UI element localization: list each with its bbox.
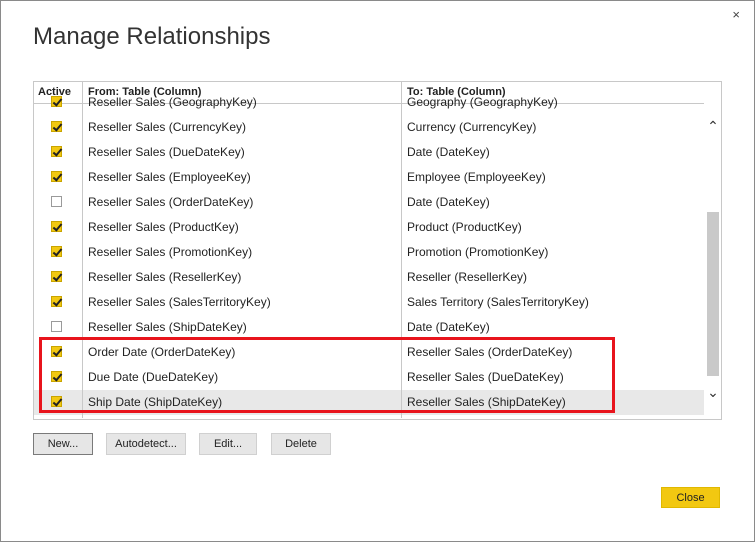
table-row[interactable]: Reseller Sales (ProductKey) Product (Prod… xyxy=(34,215,704,240)
to-cell: Date (DateKey) xyxy=(407,320,490,334)
checkbox-icon[interactable] xyxy=(51,96,62,107)
delete-button[interactable]: Delete xyxy=(271,433,331,455)
table-row[interactable]: Reseller Sales (SalesTerritoryKey) Sales … xyxy=(34,290,704,315)
close-icon[interactable]: × xyxy=(732,7,740,22)
table-row[interactable]: Reseller Sales (OrderDateKey) Date (DateK… xyxy=(34,190,704,215)
from-cell: Reseller Sales (EmployeeKey) xyxy=(88,170,251,184)
manage-relationships-dialog: × Manage Relationships Active From: Tabl… xyxy=(0,0,755,542)
checkbox-icon[interactable] xyxy=(51,321,62,332)
to-cell: Date (DateKey) xyxy=(407,145,490,159)
table-row[interactable]: Reseller Sales (DueDateKey) Date (DateKey… xyxy=(34,140,704,165)
new-button[interactable]: New... xyxy=(33,433,93,455)
relationships-grid: Active From: Table (Column) To: Table (C… xyxy=(33,81,722,420)
from-cell: Reseller Sales (OrderDateKey) xyxy=(88,195,254,209)
to-cell: Currency (CurrencyKey) xyxy=(407,120,537,134)
from-cell: Reseller Sales (GeographyKey) xyxy=(88,95,257,109)
table-row[interactable]: Reseller Sales (CurrencyKey) Currency (Cu… xyxy=(34,115,704,140)
checkbox-icon[interactable] xyxy=(51,271,62,282)
checkbox-icon[interactable] xyxy=(51,296,62,307)
to-cell: Sales Territory (SalesTerritoryKey) xyxy=(407,295,589,309)
column-divider xyxy=(401,82,402,418)
from-cell: Reseller Sales (ProductKey) xyxy=(88,220,239,234)
dialog-title: Manage Relationships xyxy=(33,23,271,50)
from-cell: Reseller Sales (PromotionKey) xyxy=(88,245,253,259)
checkbox-icon[interactable] xyxy=(51,121,62,132)
table-row[interactable]: Ship Date (ShipDateKey) Reseller Sales (S… xyxy=(34,390,704,415)
from-cell: Reseller Sales (CurrencyKey) xyxy=(88,120,247,134)
table-row[interactable]: Reseller Sales (EmployeeKey) Employee (Em… xyxy=(34,165,704,190)
to-cell: Product (ProductKey) xyxy=(407,220,522,234)
table-row[interactable]: Reseller Sales (ShipDateKey) Date (DateKe… xyxy=(34,315,704,340)
to-cell: Employee (EmployeeKey) xyxy=(407,170,546,184)
checkbox-icon[interactable] xyxy=(51,146,62,157)
autodetect-button[interactable]: Autodetect... xyxy=(106,433,186,455)
chevron-down-icon[interactable]: ⌄ xyxy=(707,385,719,399)
from-cell: Reseller Sales (SalesTerritoryKey) xyxy=(88,295,271,309)
table-row[interactable]: Order Date (OrderDateKey) Reseller Sales … xyxy=(34,340,704,365)
to-cell: Reseller (ResellerKey) xyxy=(407,270,528,284)
to-cell: Date (DateKey) xyxy=(407,195,490,209)
checkbox-icon[interactable] xyxy=(51,196,62,207)
chevron-up-icon[interactable]: ⌃ xyxy=(707,119,719,133)
checkbox-icon[interactable] xyxy=(51,371,62,382)
from-cell: Due Date (DueDateKey) xyxy=(88,370,219,384)
to-cell: Geography (GeographyKey) xyxy=(407,95,558,109)
close-button[interactable]: Close xyxy=(661,487,720,508)
from-cell: Order Date (OrderDateKey) xyxy=(88,345,236,359)
from-cell: Reseller Sales (ResellerKey) xyxy=(88,270,242,284)
edit-button[interactable]: Edit... xyxy=(199,433,257,455)
from-cell: Reseller Sales (ShipDateKey) xyxy=(88,320,247,334)
checkbox-icon[interactable] xyxy=(51,346,62,357)
column-divider xyxy=(82,82,83,418)
checkbox-icon[interactable] xyxy=(51,396,62,407)
checkbox-icon[interactable] xyxy=(51,246,62,257)
checkbox-icon[interactable] xyxy=(51,221,62,232)
from-cell: Reseller Sales (DueDateKey) xyxy=(88,145,245,159)
to-cell: Reseller Sales (ShipDateKey) xyxy=(407,395,566,409)
scroll-thumb[interactable] xyxy=(707,212,719,376)
table-row[interactable]: Reseller Sales (ResellerKey) Reseller (Re… xyxy=(34,265,704,290)
vertical-scrollbar[interactable]: ⌃ ⌄ xyxy=(705,82,721,419)
table-row[interactable]: Reseller Sales (GeographyKey) Geography … xyxy=(34,90,704,115)
to-cell: Promotion (PromotionKey) xyxy=(407,245,549,259)
from-cell: Ship Date (ShipDateKey) xyxy=(88,395,223,409)
checkbox-icon[interactable] xyxy=(51,171,62,182)
table-row[interactable]: Reseller Sales (PromotionKey) Promotion (… xyxy=(34,240,704,265)
to-cell: Reseller Sales (OrderDateKey) xyxy=(407,345,573,359)
to-cell: Reseller Sales (DueDateKey) xyxy=(407,370,564,384)
table-row[interactable]: Due Date (DueDateKey) Reseller Sales (Due… xyxy=(34,365,704,390)
